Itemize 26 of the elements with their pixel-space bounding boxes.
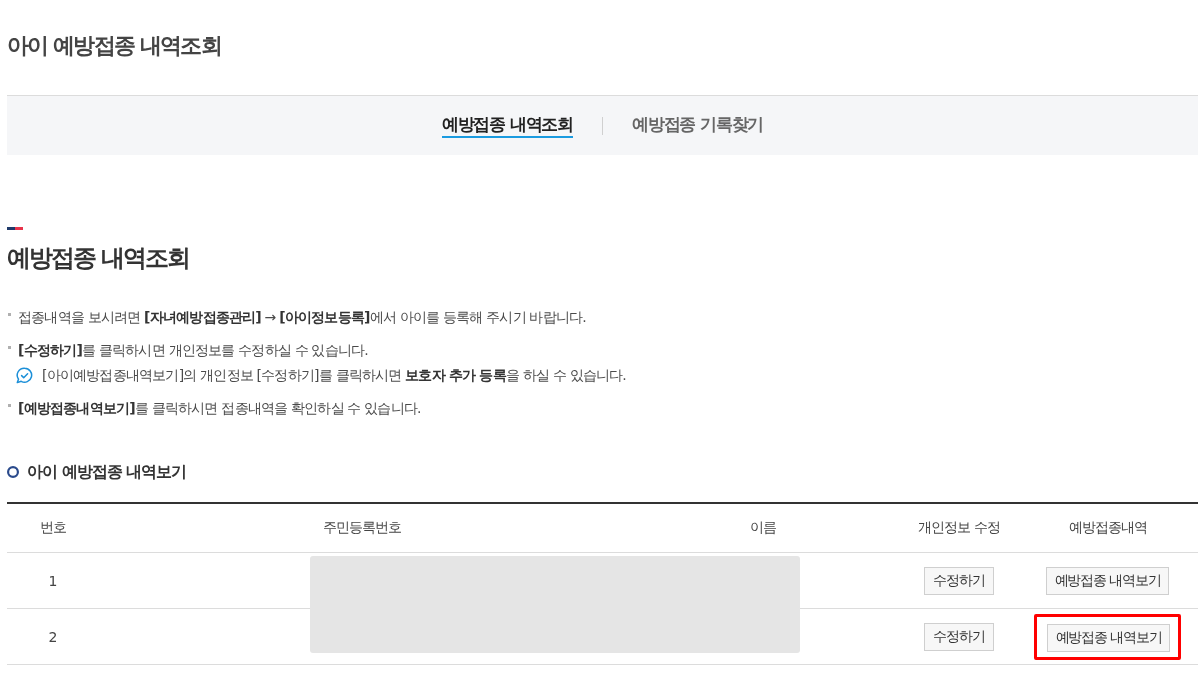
chat-check-icon [16, 367, 33, 384]
note-text: [수정하기]를 클릭하시면 개인정보를 수정하실 수 있습니다. [18, 341, 368, 360]
bullet-icon [8, 404, 11, 407]
bullet-icon [8, 313, 11, 316]
note-text: 접종내역을 보시려면 [자녀예방접종관리] → [아이정보등록]에서 아이를 등록해 주시기 바랍니다. [18, 308, 586, 327]
edit-button[interactable]: 수정하기 [924, 566, 994, 595]
page-title: 아이 예방접종 내역조회 [7, 32, 222, 60]
column-header: 주민등록번호 [99, 503, 625, 553]
note-text: [예방접종내역보기]를 클릭하시면 접종내역을 확인하실 수 있습니다. [18, 399, 421, 418]
tab[interactable]: 예방접종 내역조회 [441, 113, 573, 138]
title-marker-icon [7, 227, 23, 230]
bullet-icon [8, 346, 11, 349]
circle-icon [7, 466, 19, 478]
note-text: [아이예방접종내역보기]의 개인정보 [수정하기]를 클릭하시면 보호자 추가 등록을 하실 수 있습니다. [42, 366, 626, 385]
history-button[interactable]: 예방접종 내역보기 [1045, 566, 1170, 595]
column-header: 개인정보 수정 [901, 503, 1017, 553]
column-header: 예방접종내역 [1017, 503, 1198, 553]
history-button[interactable]: 예방접종 내역보기 [1046, 623, 1171, 652]
subsection-title: 아이 예방접종 내역보기 [27, 461, 187, 483]
edit-button[interactable]: 수정하기 [924, 622, 994, 651]
tab[interactable]: 예방접종 기록찾기 [632, 113, 764, 138]
table-cell: 1 [7, 552, 99, 609]
section-title: 예방접종 내역조회 [7, 243, 191, 274]
column-header: 이름 [625, 503, 901, 553]
column-header: 번호 [7, 503, 99, 553]
table-cell: 2 [7, 608, 99, 665]
